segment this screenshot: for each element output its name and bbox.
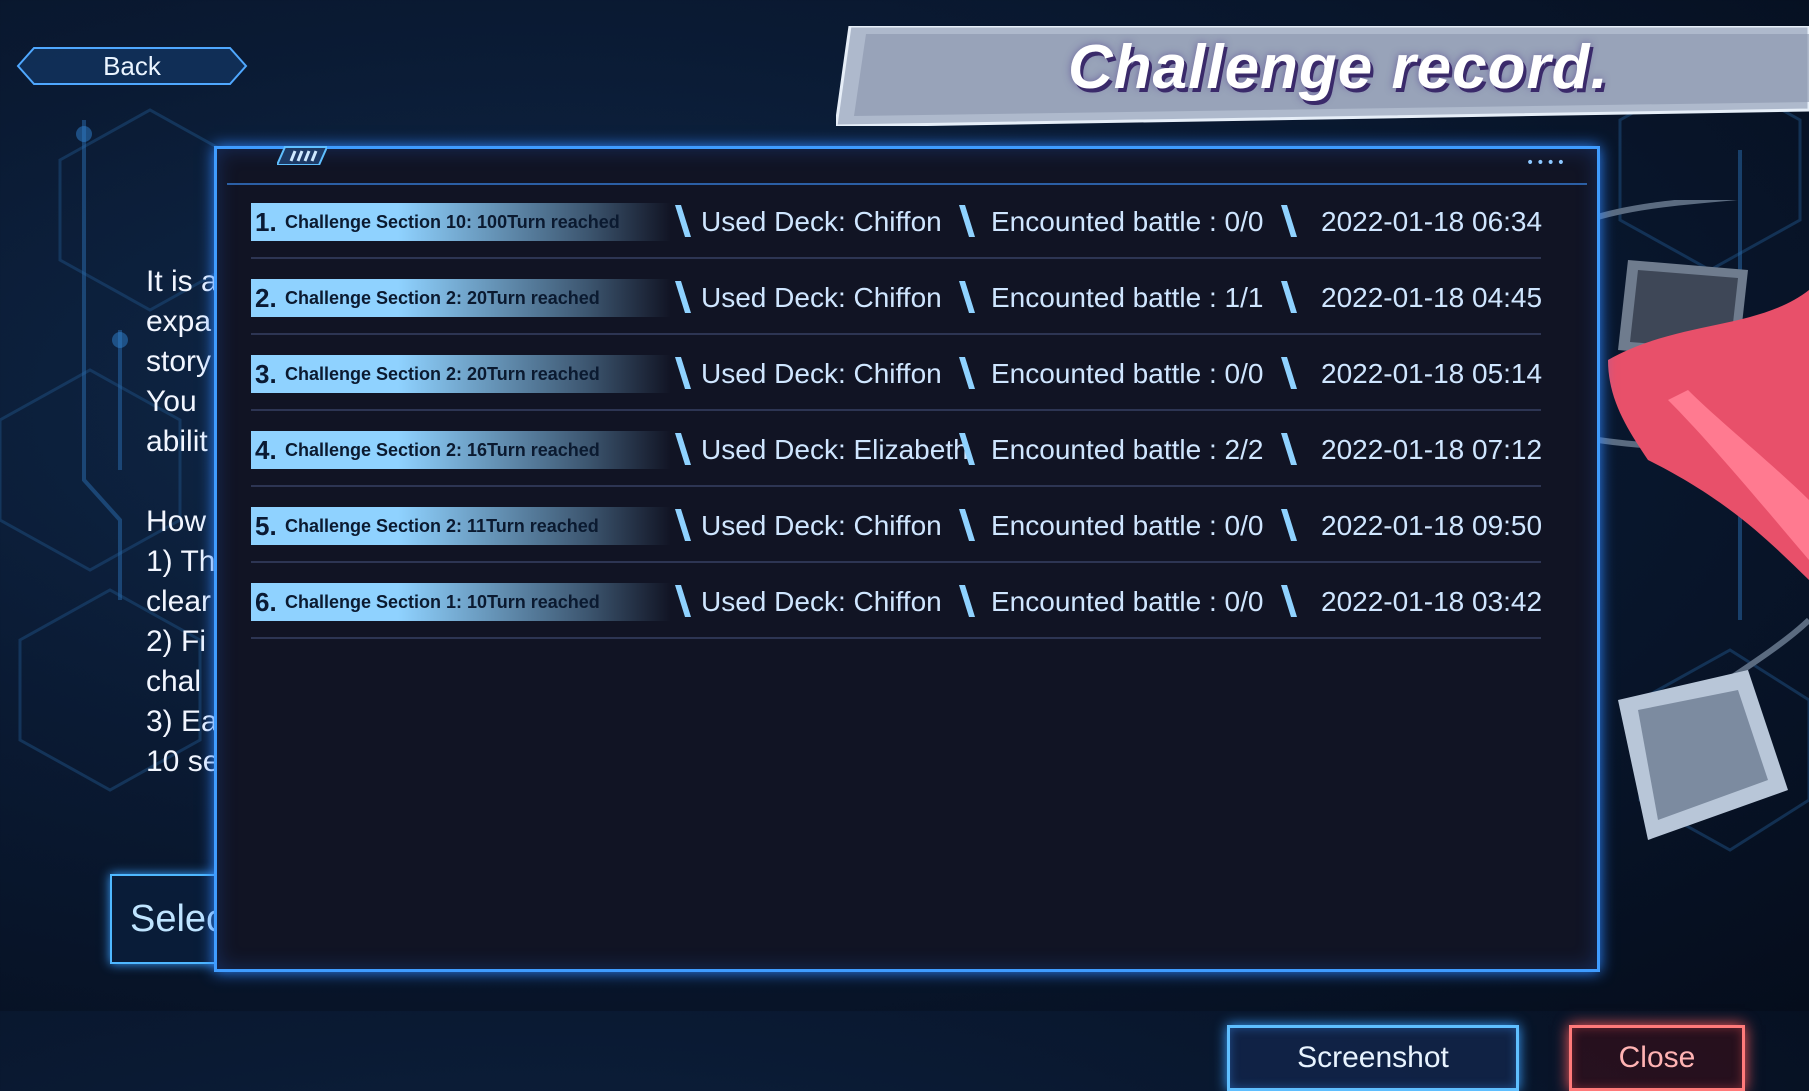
record-row: 1. Challenge Section 10: 100Turn reached U… bbox=[251, 185, 1543, 259]
separator-icon bbox=[959, 585, 975, 617]
record-date: 2022-01-18 07:12 bbox=[1321, 434, 1543, 465]
record-battle: Encounted battle : 0/0 bbox=[991, 586, 1264, 617]
description-line: 2) Fi bbox=[146, 625, 206, 658]
description-line: story bbox=[146, 345, 212, 378]
record-rank-badge: 6. Challenge Section 1: 10Turn reached bbox=[251, 583, 671, 621]
select-button[interactable]: Selec bbox=[110, 874, 230, 964]
page-title: Challenge record. bbox=[1068, 33, 1609, 102]
record-section: Challenge Section 2: 11Turn reached bbox=[285, 515, 599, 536]
record-date: 2022-01-18 06:34 bbox=[1321, 206, 1543, 237]
challenge-description: It is a expa story You abilit How 1) Th clear 2… bbox=[146, 262, 222, 782]
record-row: 5. Challenge Section 2: 11Turn reached Use… bbox=[251, 489, 1543, 563]
record-deck: Used Deck: Chiffon bbox=[701, 206, 942, 237]
description-line: It is a bbox=[146, 265, 218, 298]
row-divider bbox=[251, 257, 1541, 259]
record-rank: 4. bbox=[255, 434, 277, 465]
separator-icon bbox=[1281, 509, 1297, 541]
record-row: 2. Challenge Section 2: 20Turn reached Use… bbox=[251, 261, 1543, 335]
record-rank-badge: 5. Challenge Section 2: 11Turn reached bbox=[251, 507, 671, 545]
row-divider bbox=[251, 409, 1541, 411]
record-date: 2022-01-18 05:14 bbox=[1321, 358, 1543, 389]
description-line: 10 se bbox=[146, 745, 220, 778]
select-button-label: Selec bbox=[130, 897, 226, 940]
record-section: Challenge Section 2: 20Turn reached bbox=[285, 363, 600, 384]
back-button[interactable]: Back bbox=[16, 46, 248, 86]
record-row: 3. Challenge Section 2: 20Turn reached Use… bbox=[251, 337, 1543, 411]
description-line: clear bbox=[146, 585, 212, 618]
record-section: Challenge Section 10: 100Turn reached bbox=[285, 211, 620, 232]
screenshot-button[interactable]: Screenshot bbox=[1227, 1025, 1519, 1091]
back-button-label: Back bbox=[103, 50, 161, 81]
record-rank: 2. bbox=[255, 282, 277, 313]
separator-icon bbox=[1281, 357, 1297, 389]
description-line: chal bbox=[146, 665, 202, 698]
record-rank: 5. bbox=[255, 510, 277, 541]
row-divider bbox=[251, 485, 1541, 487]
title-banner: Challenge record. bbox=[836, 26, 1809, 126]
separator-icon bbox=[675, 585, 691, 617]
description-line: expa bbox=[146, 305, 212, 338]
description-line: 3) Ea bbox=[146, 705, 218, 738]
record-section: Challenge Section 1: 10Turn reached bbox=[285, 591, 600, 612]
description-line bbox=[146, 462, 222, 502]
record-deck: Used Deck: Chiffon bbox=[701, 358, 942, 389]
record-date: 2022-01-18 04:45 bbox=[1321, 282, 1543, 313]
record-deck: Used Deck: Chiffon bbox=[701, 510, 942, 541]
separator-icon bbox=[1281, 281, 1297, 313]
separator-icon bbox=[959, 509, 975, 541]
record-section: Challenge Section 2: 16Turn reached bbox=[285, 439, 600, 460]
row-divider bbox=[251, 637, 1541, 639]
record-row: 6. Challenge Section 1: 10Turn reached Use… bbox=[251, 565, 1543, 639]
record-battle: Encounted battle : 1/1 bbox=[991, 282, 1264, 313]
record-date: 2022-01-18 09:50 bbox=[1321, 510, 1543, 541]
description-line: abilit bbox=[146, 425, 208, 458]
separator-icon bbox=[675, 281, 691, 313]
separator-icon bbox=[675, 433, 691, 465]
record-rank-badge: 1. Challenge Section 10: 100Turn reached bbox=[251, 203, 671, 241]
record-row: 4. Challenge Section 2: 16Turn reached Use… bbox=[251, 413, 1543, 487]
row-divider bbox=[251, 333, 1541, 335]
record-rank-badge: 2. Challenge Section 2: 20Turn reached bbox=[251, 279, 671, 317]
separator-icon bbox=[959, 281, 975, 313]
separator-icon bbox=[1281, 585, 1297, 617]
record-section: Challenge Section 2: 20Turn reached bbox=[285, 287, 600, 308]
separator-icon bbox=[1281, 433, 1297, 465]
dialog-tab-marker bbox=[277, 146, 327, 165]
description-line: How bbox=[146, 505, 207, 538]
record-rank: 1. bbox=[255, 206, 277, 237]
dialog-corner-dots: •••• bbox=[1525, 155, 1567, 171]
record-deck: Used Deck: Chiffon bbox=[701, 282, 942, 313]
separator-icon bbox=[959, 205, 975, 237]
record-battle: Encounted battle : 0/0 bbox=[991, 206, 1264, 237]
description-line: You bbox=[146, 385, 197, 418]
record-rank: 3. bbox=[255, 358, 277, 389]
challenge-record-dialog: •••• 1. Challenge Section 10: 100Turn rea… bbox=[214, 146, 1745, 1091]
separator-icon bbox=[959, 357, 975, 389]
separator-icon bbox=[675, 205, 691, 237]
separator-icon bbox=[959, 433, 975, 465]
record-deck: Used Deck: Elizabeth bbox=[701, 434, 969, 465]
record-date: 2022-01-18 03:42 bbox=[1321, 586, 1543, 617]
separator-icon bbox=[675, 357, 691, 389]
record-rank-badge: 4. Challenge Section 2: 16Turn reached bbox=[251, 431, 671, 469]
description-line: 1) Th bbox=[146, 545, 216, 578]
record-battle: Encounted battle : 0/0 bbox=[991, 510, 1264, 541]
record-rank-badge: 3. Challenge Section 2: 20Turn reached bbox=[251, 355, 671, 393]
record-rank: 6. bbox=[255, 586, 277, 617]
separator-icon bbox=[675, 509, 691, 541]
record-battle: Encounted battle : 0/0 bbox=[991, 358, 1264, 389]
close-button[interactable]: Close bbox=[1569, 1025, 1745, 1091]
record-deck: Used Deck: Chiffon bbox=[701, 586, 942, 617]
record-battle: Encounted battle : 2/2 bbox=[991, 434, 1264, 465]
separator-icon bbox=[1281, 205, 1297, 237]
row-divider bbox=[251, 561, 1541, 563]
character-illustration bbox=[1588, 200, 1809, 840]
